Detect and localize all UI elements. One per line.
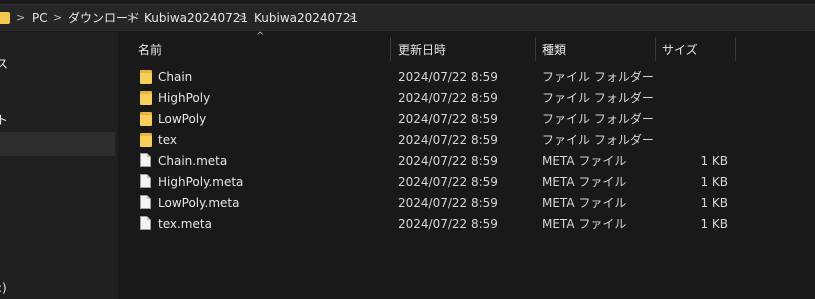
- breadcrumb-kubiwa-parent[interactable]: Kubiwa20240721: [144, 10, 248, 26]
- file-name: HighPoly.meta: [158, 175, 244, 189]
- file-explorer-window: > PC > ダウンロード > Kubiwa20240721 > Kubiwa2…: [0, 0, 815, 299]
- folder-icon: [140, 90, 152, 105]
- file-modified: 2024/07/22 8:59: [398, 112, 498, 126]
- file-type: META ファイル: [542, 175, 627, 189]
- chevron-right-icon[interactable]: >: [238, 10, 247, 26]
- file-type: ファイル フォルダー: [542, 133, 654, 147]
- file-type: META ファイル: [542, 154, 627, 168]
- column-divider[interactable]: [735, 37, 736, 61]
- file-modified: 2024/07/22 8:59: [398, 196, 498, 210]
- file-row[interactable]: LowPoly.meta 2024/07/22 8:59 META ファイル 1…: [118, 193, 815, 214]
- column-header-modified[interactable]: 更新日時: [398, 42, 446, 58]
- column-header-type[interactable]: 種類: [542, 42, 566, 58]
- address-bar[interactable]: > PC > ダウンロード > Kubiwa20240721 > Kubiwa2…: [0, 4, 815, 31]
- file-row[interactable]: tex 2024/07/22 8:59 ファイル フォルダー: [118, 130, 815, 151]
- column-divider[interactable]: [535, 37, 536, 61]
- file-size: 1 KB: [700, 217, 728, 231]
- file-list[interactable]: ^ 名前 更新日時 種類 サイズ Chain 2024/07/22 8:59 フ…: [118, 32, 815, 299]
- file-type: ファイル フォルダー: [542, 112, 654, 126]
- file-type: ファイル フォルダー: [542, 70, 654, 84]
- breadcrumb-pc[interactable]: PC: [32, 10, 48, 26]
- navigation-pane[interactable]: ス ト :): [0, 32, 118, 299]
- file-name: LowPoly: [158, 112, 207, 126]
- file-icon: [140, 216, 151, 230]
- file-name: tex: [158, 133, 177, 147]
- file-row[interactable]: HighPoly 2024/07/22 8:59 ファイル フォルダー: [118, 88, 815, 109]
- file-type: ファイル フォルダー: [542, 91, 654, 105]
- nav-item-2[interactable]: ト: [0, 112, 8, 128]
- file-type: META ファイル: [542, 196, 627, 210]
- file-icon: [140, 153, 151, 167]
- file-type: META ファイル: [542, 217, 627, 231]
- column-header-name[interactable]: 名前: [138, 42, 162, 58]
- file-row[interactable]: tex.meta 2024/07/22 8:59 META ファイル 1 KB: [118, 214, 815, 235]
- folder-icon: [140, 69, 152, 84]
- file-name: HighPoly: [158, 91, 211, 105]
- chevron-right-icon[interactable]: >: [16, 10, 25, 26]
- file-row[interactable]: Chain.meta 2024/07/22 8:59 META ファイル 1 K…: [118, 151, 815, 172]
- folder-icon: [140, 111, 152, 126]
- file-modified: 2024/07/22 8:59: [398, 133, 498, 147]
- file-name: Chain.meta: [158, 154, 228, 168]
- file-size: 1 KB: [700, 154, 728, 168]
- nav-item-selected[interactable]: [0, 132, 115, 156]
- nav-item-1[interactable]: ス: [0, 56, 8, 72]
- file-size: 1 KB: [700, 175, 728, 189]
- column-header-size[interactable]: サイズ: [662, 42, 698, 58]
- file-icon: [140, 174, 151, 188]
- column-divider[interactable]: [655, 37, 656, 61]
- file-modified: 2024/07/22 8:59: [398, 217, 498, 231]
- chevron-right-icon[interactable]: >: [347, 10, 356, 26]
- file-modified: 2024/07/22 8:59: [398, 91, 498, 105]
- chevron-right-icon[interactable]: >: [53, 10, 62, 26]
- chevron-right-icon[interactable]: >: [127, 10, 136, 26]
- column-divider[interactable]: [390, 37, 391, 61]
- file-name: tex.meta: [158, 217, 212, 231]
- sort-ascending-icon: ^: [256, 31, 265, 42]
- file-row[interactable]: LowPoly 2024/07/22 8:59 ファイル フォルダー: [118, 109, 815, 130]
- breadcrumb-kubiwa-current[interactable]: Kubiwa20240721: [254, 10, 358, 26]
- folder-icon: [0, 12, 10, 24]
- folder-icon: [140, 132, 152, 147]
- file-size: 1 KB: [700, 196, 728, 210]
- file-icon: [140, 195, 151, 209]
- file-modified: 2024/07/22 8:59: [398, 175, 498, 189]
- file-row[interactable]: HighPoly.meta 2024/07/22 8:59 META ファイル …: [118, 172, 815, 193]
- file-name: LowPoly.meta: [158, 196, 240, 210]
- file-modified: 2024/07/22 8:59: [398, 70, 498, 84]
- nav-item-drive[interactable]: :): [0, 280, 7, 296]
- file-modified: 2024/07/22 8:59: [398, 154, 498, 168]
- file-row[interactable]: Chain 2024/07/22 8:59 ファイル フォルダー: [118, 67, 815, 88]
- file-name: Chain: [158, 70, 193, 84]
